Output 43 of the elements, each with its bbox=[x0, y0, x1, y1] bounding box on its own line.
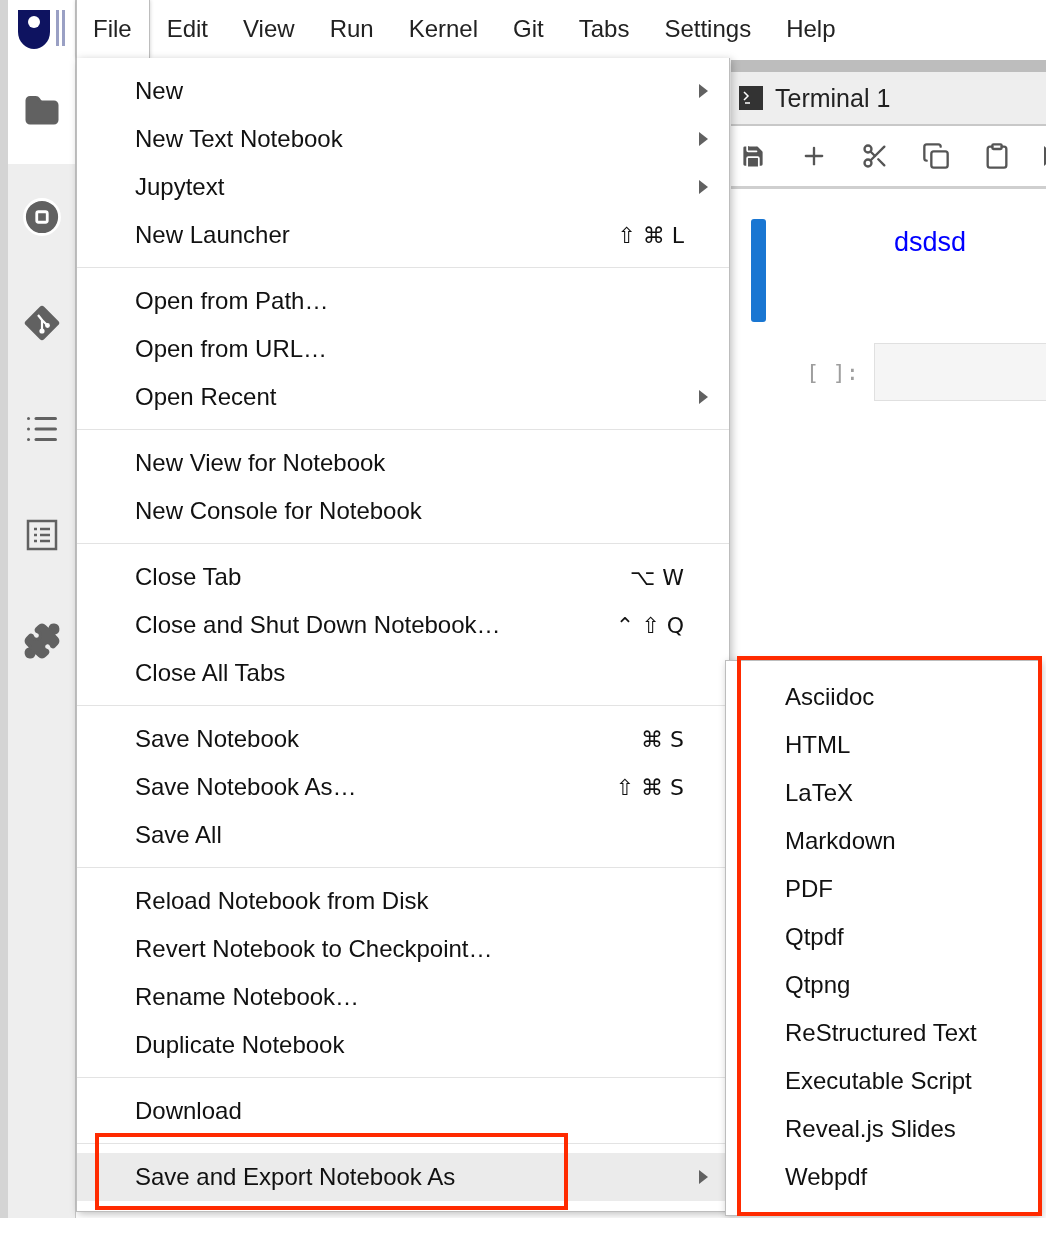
code-input-field[interactable] bbox=[874, 343, 1046, 401]
menu-item[interactable]: New Console for Notebook bbox=[77, 487, 729, 535]
menu-item[interactable]: New Text Notebook bbox=[77, 115, 729, 163]
menu-item[interactable]: Close and Shut Down Notebook… ⌃ ⇧ Q bbox=[77, 601, 729, 649]
puzzle-icon[interactable] bbox=[22, 622, 61, 660]
menu-bar-item[interactable]: Settings bbox=[647, 0, 770, 58]
menu-bar-item[interactable]: View bbox=[226, 0, 313, 58]
list-box-icon[interactable] bbox=[25, 519, 58, 551]
menu-item[interactable]: New bbox=[77, 67, 729, 115]
menu-item[interactable]: New View for Notebook bbox=[77, 439, 729, 487]
menu-bar-item[interactable]: Run bbox=[312, 0, 392, 58]
menu-item[interactable]: Close Tab ⌥ W bbox=[77, 553, 729, 601]
copy-icon[interactable] bbox=[922, 142, 950, 170]
menu-item[interactable]: Rename Notebook… bbox=[77, 973, 729, 1021]
menu-bar-item[interactable]: Help bbox=[769, 0, 854, 58]
sidebar-tab[interactable] bbox=[8, 58, 75, 164]
menu-bar-item[interactable]: Edit bbox=[149, 0, 227, 58]
menu-item[interactable]: New Launcher ⇧ ⌘ L bbox=[77, 211, 729, 259]
menu-item[interactable]: Save All bbox=[77, 811, 729, 859]
menu-item[interactable]: Download bbox=[77, 1087, 729, 1135]
caret-right-icon bbox=[699, 390, 708, 404]
caret-right-icon bbox=[699, 1170, 708, 1184]
menu-bar-item[interactable]: Tabs bbox=[561, 0, 648, 58]
menu-bar-item[interactable]: Git bbox=[496, 0, 562, 58]
menu-item[interactable]: Revert Notebook to Checkpoint… bbox=[77, 925, 729, 973]
caret-right-icon bbox=[699, 132, 708, 146]
menu-item[interactable]: Save Notebook As… ⇧ ⌘ S bbox=[77, 763, 729, 811]
menu-item[interactable]: Close All Tabs bbox=[77, 649, 729, 697]
menu-item[interactable]: Open from URL… bbox=[77, 325, 729, 373]
menu-item[interactable]: Reload Notebook from Disk bbox=[77, 877, 729, 925]
terminal-icon bbox=[739, 86, 763, 110]
menu-item[interactable]: Open from Path… bbox=[77, 277, 729, 325]
menu-bar-item[interactable]: File bbox=[76, 0, 150, 58]
menu-item[interactable]: Save Notebook ⌘ S bbox=[77, 715, 729, 763]
menu-bar-item[interactable]: Kernel bbox=[391, 0, 497, 58]
caret-right-icon bbox=[699, 84, 708, 98]
cell-prompt: [ ]: bbox=[805, 359, 860, 385]
menu-item[interactable]: Jupytext bbox=[77, 163, 729, 211]
menu-item[interactable]: Duplicate Notebook bbox=[77, 1021, 729, 1069]
stop-circle-icon[interactable] bbox=[20, 196, 63, 238]
caret-right-icon bbox=[699, 180, 708, 194]
menu-item[interactable]: Open Recent bbox=[77, 373, 729, 421]
markdown-text: dsdsd bbox=[894, 226, 967, 259]
